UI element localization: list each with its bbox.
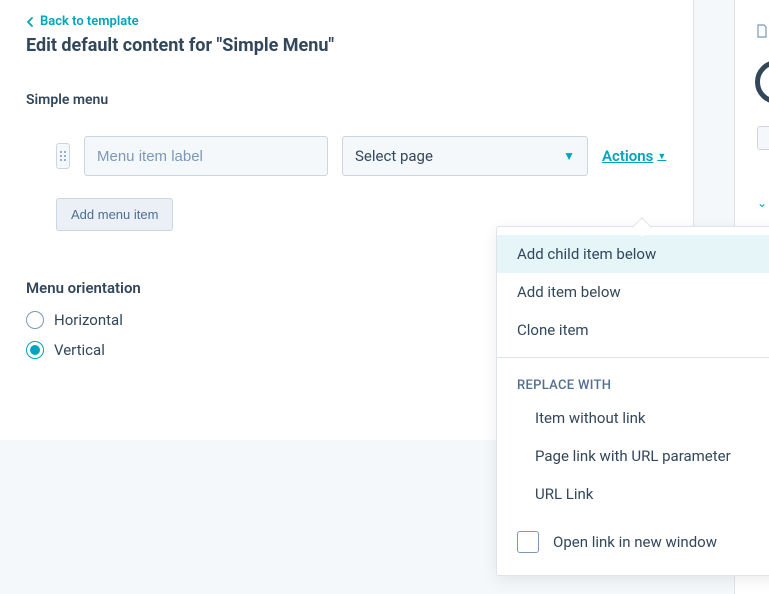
radio-label: Horizontal <box>54 311 123 329</box>
open-new-window-row[interactable]: Open link in new window <box>497 513 769 553</box>
actions-button-label: Actions <box>602 147 653 165</box>
progress-circle-icon <box>755 60 769 104</box>
checkbox-icon <box>517 531 539 553</box>
replace-with-label: REPLACE WITH <box>497 372 769 399</box>
radio-icon <box>26 341 44 359</box>
menu-separator <box>497 357 769 358</box>
menu-item-row: Select page ▼ Actions ▼ <box>56 136 667 176</box>
menu-add-item-below[interactable]: Add item below <box>497 273 769 311</box>
menu-add-child-below[interactable]: Add child item below <box>497 235 769 273</box>
menu-url-link[interactable]: URL Link <box>497 475 769 513</box>
simple-menu-label: Simple menu <box>0 56 693 108</box>
back-link-text: Back to template <box>40 14 139 29</box>
back-link[interactable]: Back to template <box>0 0 693 29</box>
radio-label: Vertical <box>54 341 105 359</box>
menu-page-link-url-param[interactable]: Page link with URL parameter <box>497 437 769 475</box>
radio-icon <box>26 311 44 329</box>
caret-down-icon: ▼ <box>563 149 575 163</box>
rail-button[interactable] <box>757 126 769 150</box>
add-menu-item-button[interactable]: Add menu item <box>56 198 173 231</box>
menu-item-without-link[interactable]: Item without link <box>497 399 769 437</box>
menu-item-label-input[interactable] <box>84 136 328 176</box>
chevron-down-icon[interactable]: ⌄ <box>757 196 767 210</box>
chevron-left-icon <box>26 17 34 27</box>
open-new-window-label: Open link in new window <box>553 533 717 551</box>
document-icon <box>755 24 769 38</box>
select-page-dropdown[interactable]: Select page ▼ <box>342 136 588 176</box>
drag-handle-icon[interactable] <box>56 143 70 169</box>
page-title: Edit default content for "Simple Menu" <box>0 29 693 56</box>
select-page-value: Select page <box>355 147 433 165</box>
actions-button[interactable]: Actions ▼ <box>602 147 666 165</box>
caret-down-icon: ▼ <box>657 151 666 162</box>
menu-clone-item[interactable]: Clone item <box>497 311 769 349</box>
actions-dropdown-menu: Add child item below Add item below Clon… <box>496 226 769 576</box>
